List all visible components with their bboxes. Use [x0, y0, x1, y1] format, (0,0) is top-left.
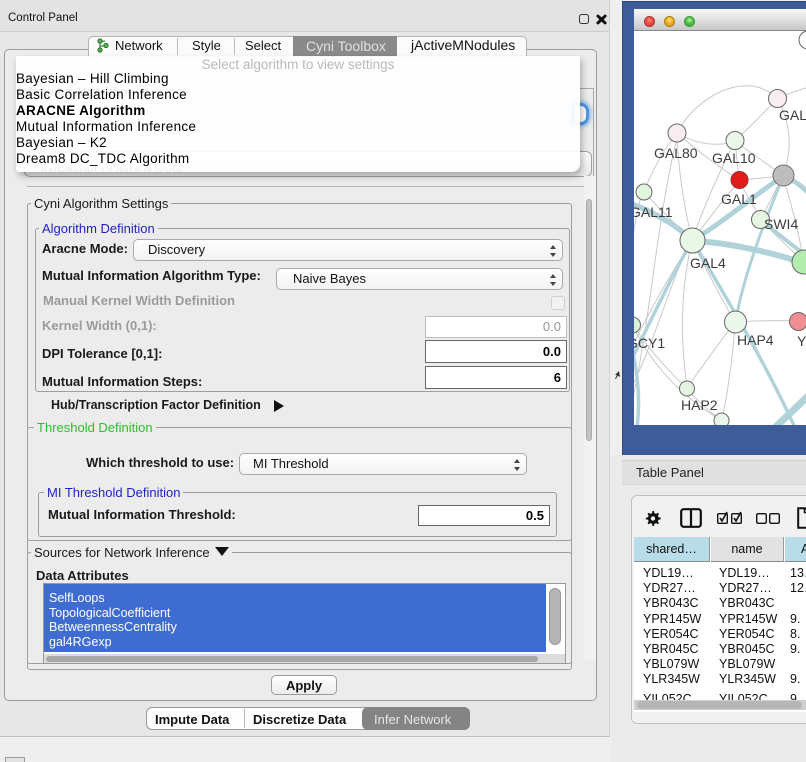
svg-text:GAL: GAL [779, 107, 806, 123]
svg-text:HAP2: HAP2 [681, 397, 718, 413]
svg-text:GAL80: GAL80 [654, 145, 698, 161]
svg-text:GCY1: GCY1 [634, 335, 665, 351]
svg-text:GAL11: GAL11 [634, 204, 673, 220]
svg-text:GAL1: GAL1 [721, 191, 757, 207]
svg-text:SWI4: SWI4 [764, 216, 798, 232]
svg-text:HAP4: HAP4 [737, 332, 774, 348]
svg-text:GAL10: GAL10 [712, 150, 756, 166]
svg-text:GAL4: GAL4 [690, 255, 726, 271]
svg-text:Y: Y [797, 333, 806, 349]
